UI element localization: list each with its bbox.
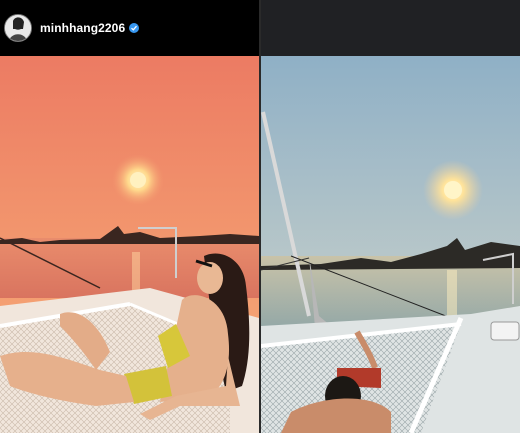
avatar-image (5, 15, 31, 41)
profile-avatar[interactable] (4, 14, 32, 42)
right-photo[interactable] (261, 56, 520, 433)
post-header: minhhang2206 (0, 0, 259, 56)
verified-badge-icon (129, 23, 140, 33)
left-post: minhhang2206 (0, 0, 259, 433)
comparison-collage: minhhang2206 (0, 0, 520, 433)
right-header (261, 0, 520, 56)
username[interactable]: minhhang2206 (40, 21, 125, 35)
right-post (261, 0, 520, 433)
left-photo[interactable] (0, 56, 259, 433)
